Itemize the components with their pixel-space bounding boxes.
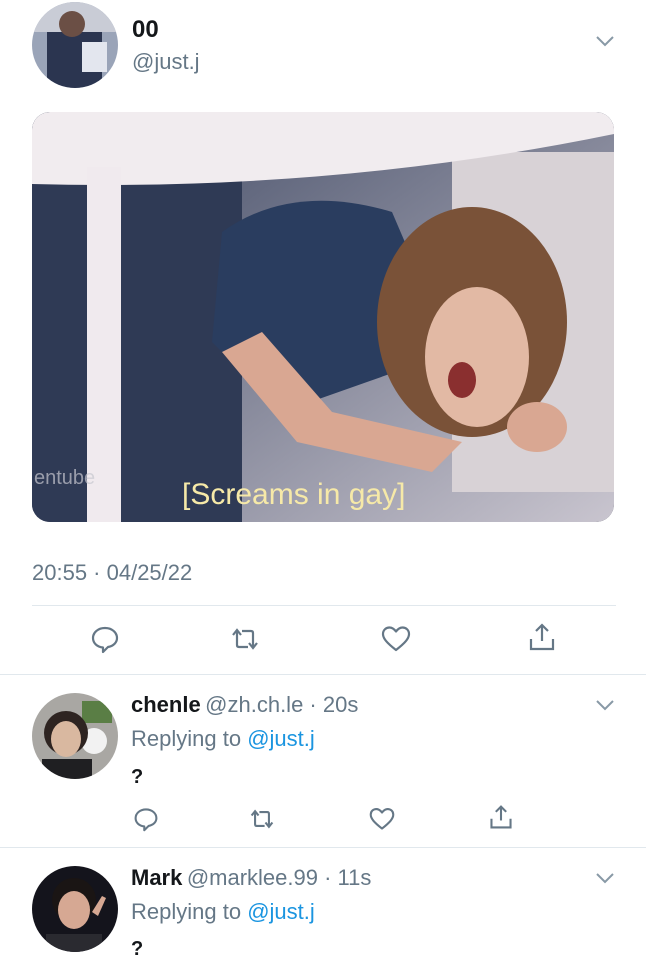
- replying-handle-link[interactable]: @just.j: [247, 726, 315, 751]
- reply-author-name[interactable]: Mark: [131, 865, 182, 890]
- divider: [0, 674, 646, 675]
- divider: [0, 847, 646, 848]
- like-icon[interactable]: [369, 806, 395, 837]
- media-caption: [Screams in gay]: [182, 478, 405, 511]
- author-avatar[interactable]: [32, 2, 118, 88]
- author-name[interactable]: 00: [132, 16, 159, 44]
- share-icon[interactable]: [527, 622, 557, 657]
- reply-time[interactable]: 11s: [338, 865, 372, 890]
- reply-avatar[interactable]: [32, 866, 118, 952]
- chevron-down-icon[interactable]: [595, 34, 615, 53]
- like-icon[interactable]: [381, 624, 411, 659]
- chevron-down-icon[interactable]: [595, 871, 615, 890]
- retweet-icon[interactable]: [249, 806, 275, 837]
- separator-dot: ·: [303, 692, 323, 717]
- separator-dot: ·: [317, 865, 338, 890]
- reply-time[interactable]: 20s: [323, 692, 358, 717]
- retweet-icon[interactable]: [230, 624, 260, 659]
- tweet-media-image[interactable]: entube [Screams in gay]: [32, 112, 614, 522]
- replying-handle-link[interactable]: @just.j: [247, 899, 315, 924]
- reply-author-handle[interactable]: @zh.ch.le: [205, 692, 303, 717]
- replying-to: Replying to @just.j: [131, 726, 315, 752]
- tweet-timestamp[interactable]: 20:55 · 04/25/22: [32, 560, 192, 586]
- chevron-down-icon[interactable]: [595, 698, 615, 717]
- reply-header: Mark @marklee.99 · 11s: [131, 865, 371, 891]
- author-handle[interactable]: @just.j: [132, 49, 200, 75]
- divider: [32, 605, 616, 606]
- reply-text: ?: [131, 766, 144, 788]
- reply-text: ?: [131, 938, 144, 960]
- reply-author-handle[interactable]: @marklee.99: [187, 865, 318, 890]
- reply-header: chenle @zh.ch.le · 20s: [131, 692, 358, 718]
- replying-to: Replying to @just.j: [131, 899, 315, 925]
- reply-icon[interactable]: [90, 624, 120, 659]
- replying-prefix: Replying to: [131, 726, 242, 751]
- reply-author-name[interactable]: chenle: [131, 692, 201, 717]
- share-icon[interactable]: [488, 804, 514, 835]
- media-watermark: entube: [34, 467, 95, 489]
- reply-icon[interactable]: [133, 806, 159, 837]
- replying-prefix: Replying to: [131, 899, 242, 924]
- reply-avatar[interactable]: [32, 693, 118, 779]
